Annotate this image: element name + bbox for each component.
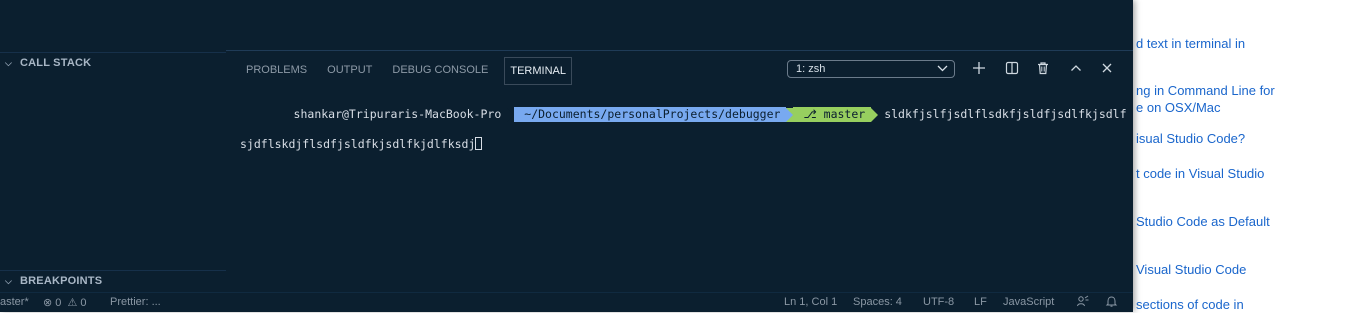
warning-icon: ⚠ [67, 297, 78, 309]
prompt-separator [871, 107, 879, 122]
error-count: 0 [55, 297, 62, 309]
maximize-panel-icon[interactable] [1067, 59, 1085, 77]
prompt-separator [786, 107, 794, 122]
terminal-input-line1: sldkfjslfjsdlflsdkfjsldfjsdlfkjsdlf [884, 107, 1127, 121]
search-result-link[interactable]: Visual Studio Code [1136, 261, 1246, 278]
call-stack-header[interactable]: ⌵ CALL STACK [0, 52, 226, 74]
vscode-window: ⌵ CALL STACK ⌵ BREAKPOINTS PROBLEMS OUTP… [0, 0, 1133, 312]
status-bar: aster* ⊗ 0 ⚠ 0 Prettier: ... Ln 1, Col 1… [0, 292, 1133, 312]
search-result-link[interactable]: d text in terminal in [1136, 35, 1245, 52]
search-result-link[interactable]: ng in Command Line for [1136, 82, 1275, 99]
status-encoding[interactable]: UTF-8 [923, 296, 954, 308]
browser-background-page: d text in terminal in ng in Command Line… [1133, 0, 1358, 313]
prompt-branch: ⎇ master [793, 107, 872, 122]
new-terminal-icon[interactable] [970, 59, 988, 77]
terminal-cursor [475, 137, 483, 150]
bottom-panel: PROBLEMS OUTPUT DEBUG CONSOLE TERMINAL 1… [226, 50, 1133, 293]
prompt-separator [507, 107, 515, 122]
warning-count: 0 [80, 297, 87, 309]
tab-problems[interactable]: PROBLEMS [236, 57, 317, 83]
debug-sidebar: ⌵ CALL STACK ⌵ BREAKPOINTS [0, 0, 226, 292]
prompt-branch-name: master [823, 107, 866, 121]
close-panel-icon[interactable] [1098, 59, 1116, 77]
search-result-link[interactable]: isual Studio Code? [1136, 130, 1245, 147]
chevron-down-icon [937, 63, 948, 75]
panel-tabs: PROBLEMS OUTPUT DEBUG CONSOLE TERMINAL [236, 57, 572, 85]
call-stack-label: CALL STACK [20, 57, 92, 69]
search-result-link[interactable]: e on OSX/Mac [1136, 99, 1221, 116]
terminal-output[interactable]: shankar@Tripuraris-MacBook-Pro ~/Document… [240, 92, 1127, 182]
feedback-icon[interactable] [1076, 295, 1089, 311]
tab-terminal[interactable]: TERMINAL [504, 57, 572, 85]
prompt-path: ~/Documents/personalProjects/debugger [514, 107, 787, 122]
tab-debug-console[interactable]: DEBUG CONSOLE [382, 57, 498, 83]
breakpoints-label: BREAKPOINTS [20, 275, 103, 287]
prompt-user-host: shankar@Tripuraris-MacBook-Pro [293, 107, 502, 121]
terminal-select[interactable]: 1: zsh [787, 60, 955, 78]
status-prettier[interactable]: Prettier: ... [110, 296, 161, 308]
terminal-input-line2-row: sjdflskdjflsdfjsldfkjsdlfkjdlfksdj [240, 137, 1127, 152]
git-branch-icon: ⎇ [803, 107, 817, 121]
status-git-branch[interactable]: aster* [0, 296, 29, 308]
search-result-link[interactable]: Studio Code as Default [1136, 213, 1270, 230]
status-cursor-position[interactable]: Ln 1, Col 1 [784, 296, 837, 308]
status-eol[interactable]: LF [974, 296, 987, 308]
terminal-select-value: 1: zsh [796, 63, 826, 75]
status-indentation[interactable]: Spaces: 4 [853, 296, 902, 308]
bell-icon[interactable] [1105, 295, 1118, 311]
status-problems[interactable]: ⊗ 0 ⚠ 0 [43, 296, 87, 309]
breakpoints-header[interactable]: ⌵ BREAKPOINTS [0, 270, 226, 292]
prompt-line: shankar@Tripuraris-MacBook-Pro ~/Document… [288, 107, 1127, 122]
search-result-link[interactable]: t code in Visual Studio [1136, 165, 1264, 182]
chevron-down-icon: ⌵ [5, 275, 13, 286]
chevron-down-icon: ⌵ [5, 57, 13, 68]
search-result-link[interactable]: sections of code in [1136, 296, 1244, 313]
status-language[interactable]: JavaScript [1003, 296, 1054, 308]
split-terminal-icon[interactable] [1003, 59, 1021, 77]
error-icon: ⊗ [43, 297, 53, 309]
terminal-input-line2: sjdflskdjflsdfjsldfkjsdlfkjdlfksdj [240, 137, 476, 151]
trash-icon[interactable] [1034, 59, 1052, 77]
tab-output[interactable]: OUTPUT [317, 57, 382, 83]
